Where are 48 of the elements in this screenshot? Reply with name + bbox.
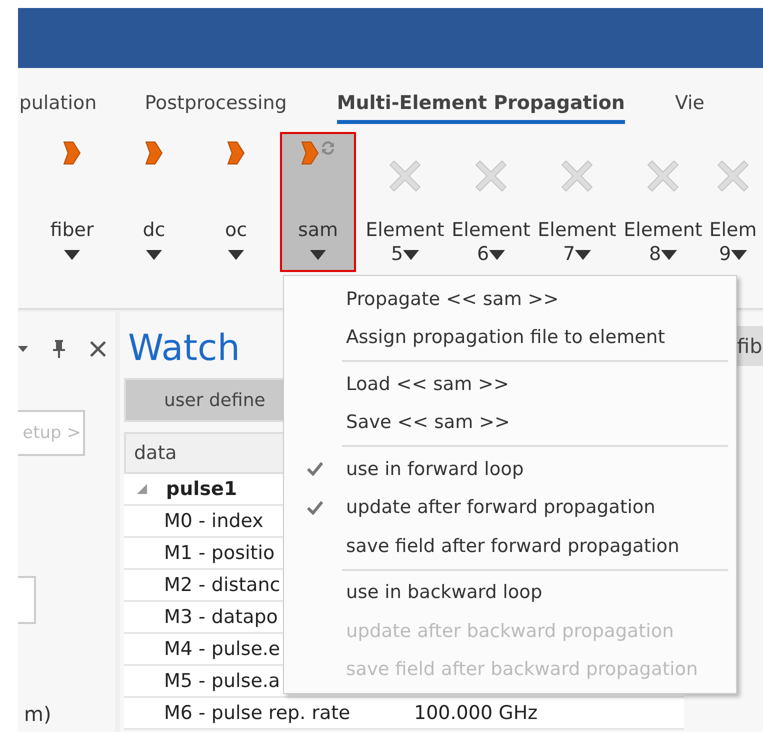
dropdown-icon[interactable]	[18, 344, 28, 354]
arrow-icon	[62, 140, 82, 166]
caret-icon	[489, 250, 506, 260]
caret-icon	[661, 250, 678, 260]
caret-icon	[310, 250, 326, 260]
refresh-icon	[320, 140, 336, 156]
element-button[interactable]: oc	[198, 132, 274, 272]
row-label: M3 - datapo	[164, 606, 278, 628]
row-label: M0 - index	[164, 510, 264, 532]
row-label: M2 - distanc	[164, 574, 280, 596]
unit-label: m)	[23, 702, 52, 726]
row-value: 100.000 GHz	[414, 702, 538, 724]
pin-icon[interactable]	[52, 339, 66, 359]
element-button[interactable]: sam	[280, 132, 356, 272]
element-button[interactable]: Element 5	[364, 132, 446, 272]
arrow-icon	[226, 140, 246, 166]
ribbon-tab[interactable]: Postprocessing	[144, 92, 287, 124]
element-button[interactable]: Element 8	[622, 132, 704, 272]
element-button[interactable]: dc	[116, 132, 192, 272]
arrow-icon	[300, 140, 320, 166]
row-label: M1 - positio	[164, 542, 275, 564]
caret-icon	[228, 250, 244, 260]
element-button[interactable]: Element 7	[536, 132, 618, 272]
element-button[interactable]: Elem 9	[708, 132, 758, 272]
menu-item[interactable]: use in backward loop	[284, 574, 736, 612]
menu-item[interactable]: update after forward propagation	[284, 488, 736, 527]
caret-icon	[64, 250, 80, 260]
menu-item[interactable]: save field after forward propagation	[284, 527, 736, 566]
element-button[interactable]: fiber	[34, 132, 110, 272]
row-label: M4 - pulse.e	[164, 638, 280, 660]
caret-icon	[403, 250, 420, 260]
caret-icon	[146, 250, 162, 260]
close-icon[interactable]	[90, 341, 106, 357]
panel-title: Watch	[128, 326, 240, 370]
ribbon-tab[interactable]: ipulation	[18, 92, 97, 124]
arrow-icon	[144, 140, 164, 166]
side-tab[interactable]: fib	[737, 326, 763, 366]
menu-item[interactable]: Propagate << sam >>	[284, 280, 736, 318]
row-label: M5 - pulse.a	[164, 670, 280, 692]
caret-icon	[575, 250, 592, 260]
caret-icon	[731, 250, 748, 260]
expand-icon[interactable]	[136, 483, 148, 495]
menu-item[interactable]: Assign propagation file to element	[284, 318, 736, 357]
row-label: M6 - pulse rep. rate	[164, 702, 350, 724]
input-field[interactable]	[18, 576, 36, 624]
element-button[interactable]: Element 6	[450, 132, 532, 272]
ribbon-tab[interactable]: Vie	[674, 92, 705, 124]
row-label: pulse1	[166, 478, 238, 500]
